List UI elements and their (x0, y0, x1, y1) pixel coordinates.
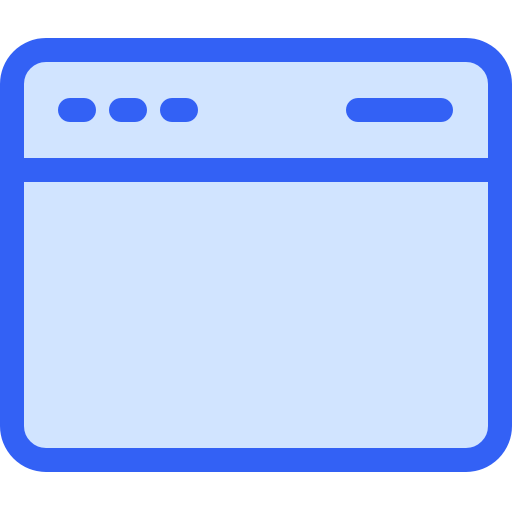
browser-window-icon-graphic (0, 38, 512, 472)
browser-window-icon (0, 0, 512, 512)
